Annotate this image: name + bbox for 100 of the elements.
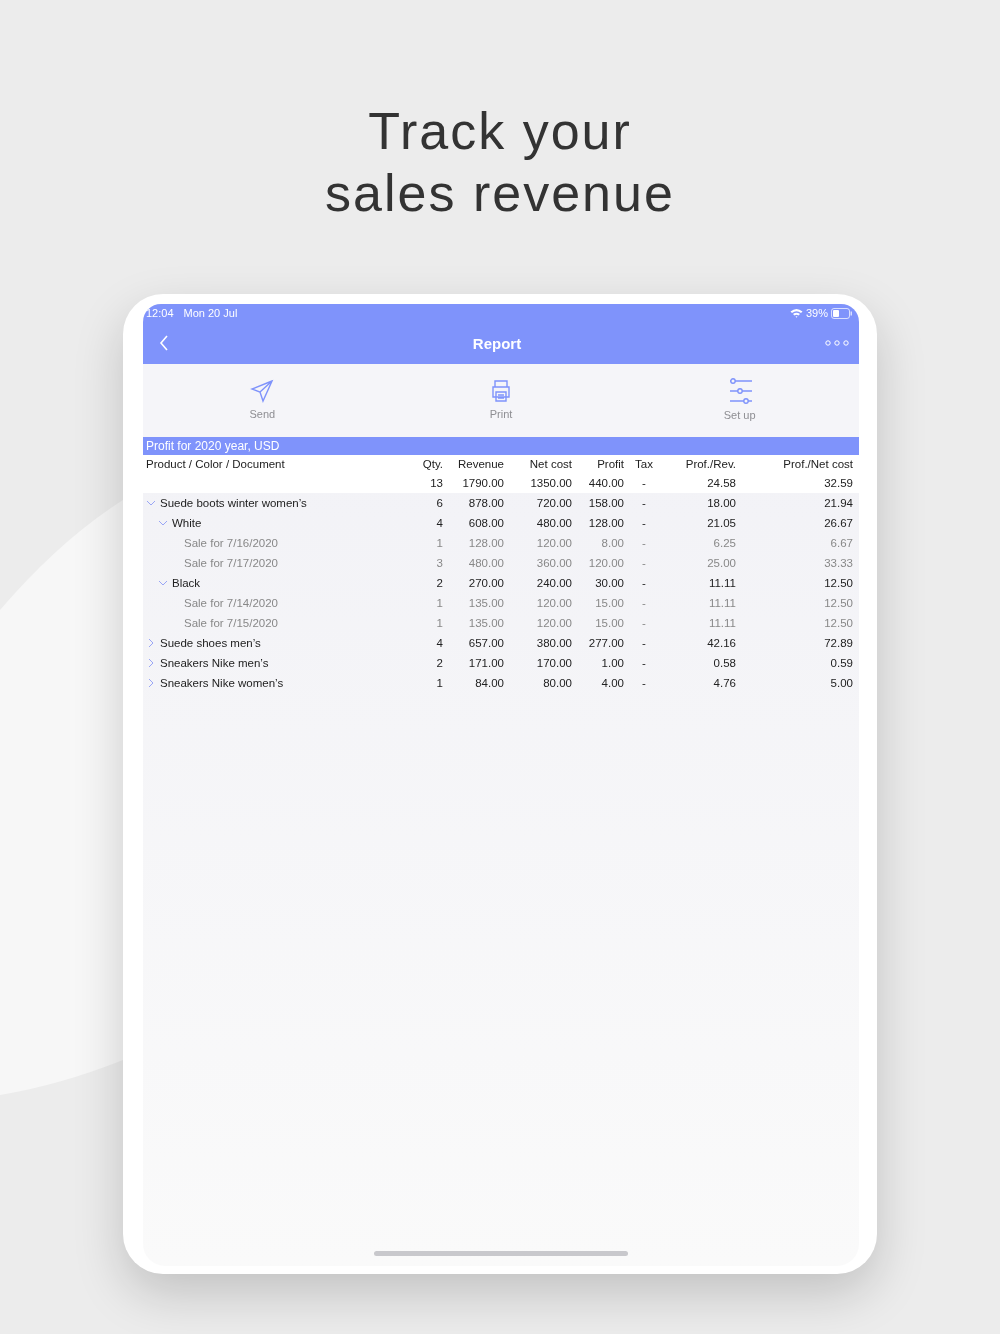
table-cell-text: 0.58: [712, 656, 736, 671]
table-cell-text: 170.00: [535, 656, 572, 671]
column-header: Revenue: [456, 457, 504, 472]
table-cell-text: 6.25: [712, 536, 736, 551]
table-cell-text: 12.50: [823, 616, 854, 631]
row-label: Sale for 7/14/2020: [184, 596, 278, 611]
document-row[interactable]: Sale for 7/16/2020: [143, 533, 420, 553]
table-cell-text: 4.76: [712, 676, 736, 691]
tree-row[interactable]: Sneakers Nike men’s: [143, 653, 420, 673]
row-label: Black: [172, 576, 201, 591]
table-cell-text: 1: [435, 616, 443, 631]
chevron-icon[interactable]: [146, 498, 156, 508]
tree-row[interactable]: Suede boots winter women’s: [143, 493, 420, 513]
table-cell-text: 120.00: [535, 616, 572, 631]
table-cell-text: 80.00: [542, 676, 572, 691]
battery-icon: [831, 307, 853, 319]
total-cell-text: 24.58: [706, 476, 736, 491]
table-cell-text: 42.16: [706, 636, 736, 651]
table-cell-text: 120.00: [587, 556, 624, 571]
table-cell-text: 128.00: [467, 536, 504, 551]
table-cell-text: -: [641, 516, 647, 531]
chevron-icon[interactable]: [146, 658, 156, 668]
document-row[interactable]: Sale for 7/15/2020: [143, 613, 420, 633]
table-cell-text: 480.00: [535, 516, 572, 531]
table-cell-text: 5.00: [829, 676, 854, 691]
table-cell-text: 30.00: [594, 576, 624, 591]
table-cell-text: 1: [435, 676, 443, 691]
nav-title: Report: [471, 334, 523, 352]
wifi-icon: [789, 308, 803, 318]
total-cell-text: 32.59: [823, 476, 854, 491]
table-cell-text: 270.00: [467, 576, 504, 591]
column-header: Product / Color / Document: [145, 457, 286, 472]
print-button[interactable]: Print: [381, 364, 621, 437]
tree-row[interactable]: Suede shoes men’s: [143, 633, 420, 653]
table-cell-text: 1: [435, 536, 443, 551]
table-cell-text: 4: [435, 516, 443, 531]
row-label: Sale for 7/16/2020: [184, 536, 278, 551]
table-cell-text: -: [641, 556, 647, 571]
table-cell-text: 0.59: [829, 656, 854, 671]
send-button[interactable]: Send: [143, 364, 382, 437]
table-cell-text: 25.00: [706, 556, 736, 571]
table-cell-text: 15.00: [594, 616, 624, 631]
printer-icon: [489, 379, 513, 403]
table-cell-text: 657.00: [467, 636, 504, 651]
paper-plane-icon: [250, 379, 275, 403]
table-cell-text: 12.50: [823, 576, 854, 591]
back-icon[interactable]: [159, 335, 169, 351]
total-cell-text: -: [641, 476, 647, 491]
table-cell-text: 18.00: [706, 496, 736, 511]
column-header: Prof./Net cost: [782, 457, 854, 472]
table-cell-text: 84.00: [474, 676, 504, 691]
column-header: Qty.: [421, 457, 443, 472]
tree-row[interactable]: White: [143, 513, 420, 533]
row-label: Suede shoes men’s: [160, 636, 261, 651]
table-cell-text: 11.11: [707, 576, 736, 591]
document-row[interactable]: Sale for 7/14/2020: [143, 593, 420, 613]
table-cell-text: 135.00: [467, 596, 504, 611]
chevron-icon[interactable]: [158, 518, 168, 528]
table-cell-text: 158.00: [587, 496, 624, 511]
table-cell-text: 1: [435, 596, 443, 611]
row-label: White: [172, 516, 202, 531]
table-cell-text: 480.00: [467, 556, 504, 571]
table-cell-text: 21.94: [823, 496, 854, 511]
table-cell-text: 878.00: [467, 496, 504, 511]
column-header: Profit: [596, 457, 624, 472]
more-icon[interactable]: [825, 340, 849, 346]
tree-row[interactable]: Sneakers Nike women’s: [143, 673, 420, 693]
table-cell-text: 6: [435, 496, 443, 511]
table-cell-text: 171.00: [467, 656, 504, 671]
setup-button[interactable]: Set up: [620, 364, 859, 437]
table-cell-text: 120.00: [535, 536, 572, 551]
table-cell-text: 4: [435, 636, 443, 651]
row-label: Sale for 7/17/2020: [184, 556, 278, 571]
total-cell-text: 1790.00: [461, 476, 504, 491]
column-header: Prof./Rev.: [684, 457, 736, 472]
column-header: Net cost: [528, 457, 572, 472]
total-cell-text: 1350.00: [529, 476, 572, 491]
table-cell-text: 6.67: [829, 536, 854, 551]
table-cell-text: -: [641, 576, 647, 591]
battery-percent: 39%: [805, 307, 828, 319]
table-cell-text: 72.89: [823, 636, 854, 651]
chevron-icon[interactable]: [158, 578, 168, 588]
status-time: 12:04: [146, 307, 174, 319]
table-cell-text: 4.00: [600, 676, 624, 691]
table-cell-text: 380.00: [535, 636, 572, 651]
row-label: Suede boots winter women’s: [160, 496, 307, 511]
chevron-icon[interactable]: [146, 678, 156, 688]
table-cell-text: 360.00: [535, 556, 572, 571]
total-cell-text: 440.00: [587, 476, 624, 491]
table-cell-text: 608.00: [467, 516, 504, 531]
sliders-icon: [727, 378, 752, 404]
table-cell-text: 128.00: [587, 516, 624, 531]
chevron-icon[interactable]: [146, 638, 156, 648]
table-cell-text: -: [641, 676, 647, 691]
table-cell-text: 33.33: [823, 556, 854, 571]
total-cell-text: 13: [429, 476, 443, 491]
row-label: Sale for 7/15/2020: [184, 616, 278, 631]
table-cell-text: 135.00: [467, 616, 504, 631]
document-row[interactable]: Sale for 7/17/2020: [143, 553, 420, 573]
tree-row[interactable]: Black: [143, 573, 420, 593]
